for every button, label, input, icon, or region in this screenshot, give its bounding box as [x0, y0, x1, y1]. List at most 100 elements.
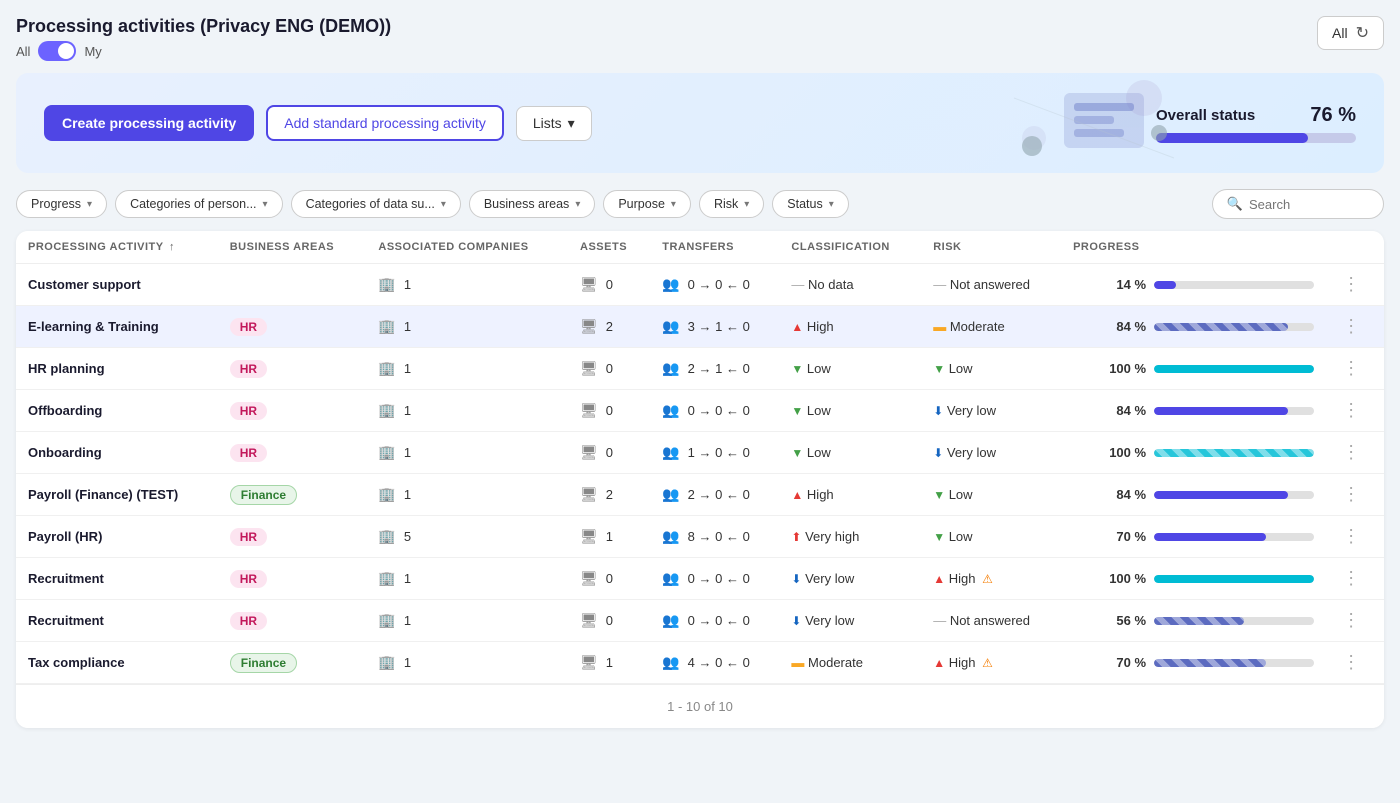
all-dropdown[interactable]: All ↻	[1317, 16, 1384, 50]
arrow-down-icon: ▼	[791, 446, 803, 460]
table-row[interactable]: HR planning HR 🏢1 🖥0 👥2 → 1 ← 0 ▼ Low ▼ …	[16, 348, 1384, 390]
banner-illustration	[1004, 73, 1184, 173]
row-menu-button[interactable]: ⋮	[1338, 610, 1364, 630]
progress-bar	[1154, 365, 1314, 373]
add-standard-processing-button[interactable]: Add standard processing activity	[266, 105, 504, 141]
filter-purpose[interactable]: Purpose ▾	[603, 190, 691, 218]
col-associated-companies[interactable]: ASSOCIATED COMPANIES	[366, 231, 568, 264]
cell-transfers: 👥0 → 0 ← 0	[650, 264, 779, 306]
cell-menu[interactable]: ⋮	[1326, 642, 1384, 684]
arrow-up-icon: ▲	[933, 656, 945, 670]
cell-menu[interactable]: ⋮	[1326, 390, 1384, 432]
monitor-icon: 🖥	[580, 276, 598, 293]
table-row[interactable]: Offboarding HR 🏢1 🖥0 👥0 → 0 ← 0 ▼ Low ⬇ …	[16, 390, 1384, 432]
cell-assets: 🖥0	[568, 600, 650, 642]
filter-progress-label: Progress	[31, 197, 81, 211]
chevron-down-icon: ▾	[87, 199, 92, 210]
row-menu-button[interactable]: ⋮	[1338, 400, 1364, 420]
table-row[interactable]: Customer support 🏢1 🖥0 👥0 → 0 ← 0 — No d…	[16, 264, 1384, 306]
business-area-tag: HR	[230, 570, 267, 588]
table-row[interactable]: Recruitment HR 🏢1 🖥0 👥0 → 0 ← 0 ⬇ Very l…	[16, 558, 1384, 600]
cell-menu[interactable]: ⋮	[1326, 600, 1384, 642]
filter-business-areas[interactable]: Business areas ▾	[469, 190, 596, 218]
monitor-icon: 🖥	[580, 444, 598, 461]
building-icon: 🏢	[378, 528, 395, 545]
progress-bar-fill	[1154, 533, 1266, 541]
building-icon: 🏢	[378, 276, 395, 293]
cell-classification: — No data	[779, 264, 921, 306]
row-menu-button[interactable]: ⋮	[1338, 484, 1364, 504]
chevron-down-icon: ▾	[441, 199, 446, 210]
refresh-icon[interactable]: ↻	[1356, 23, 1369, 43]
cell-menu[interactable]: ⋮	[1326, 348, 1384, 390]
search-box[interactable]: 🔍	[1212, 189, 1384, 219]
cell-assets: 🖥0	[568, 264, 650, 306]
dash-icon: —	[933, 613, 946, 628]
business-area-tag: HR	[230, 444, 267, 462]
table-row[interactable]: Recruitment HR 🏢1 🖥0 👥0 → 0 ← 0 ⬇ Very l…	[16, 600, 1384, 642]
filter-categories-data[interactable]: Categories of data su... ▾	[291, 190, 461, 218]
filter-categories-person[interactable]: Categories of person... ▾	[115, 190, 283, 218]
cell-companies: 🏢1	[366, 390, 568, 432]
chevron-down-icon: ▾	[829, 199, 834, 210]
col-progress[interactable]: PROGRESS	[1061, 231, 1326, 264]
col-transfers[interactable]: TRANSFERS	[650, 231, 779, 264]
col-risk[interactable]: RISK	[921, 231, 1061, 264]
people-icon: 👥	[662, 570, 679, 587]
cell-classification: ▼ Low	[779, 390, 921, 432]
filter-risk[interactable]: Risk ▾	[699, 190, 764, 218]
all-my-toggle[interactable]	[38, 41, 76, 61]
risk-label: Not answered	[950, 613, 1030, 628]
classification-label: Low	[807, 403, 831, 418]
cell-menu[interactable]: ⋮	[1326, 474, 1384, 516]
business-area-tag: HR	[230, 612, 267, 630]
row-menu-button[interactable]: ⋮	[1338, 316, 1364, 336]
cell-classification: ▬ Moderate	[779, 642, 921, 684]
cell-menu[interactable]: ⋮	[1326, 558, 1384, 600]
row-menu-button[interactable]: ⋮	[1338, 568, 1364, 588]
search-input[interactable]	[1249, 197, 1369, 212]
row-menu-button[interactable]: ⋮	[1338, 274, 1364, 294]
cell-menu[interactable]: ⋮	[1326, 516, 1384, 558]
cell-risk: ▼ Low	[921, 516, 1061, 558]
col-processing-activity[interactable]: PROCESSING ACTIVITY ↑	[16, 231, 218, 264]
cell-classification: ▼ Low	[779, 432, 921, 474]
col-assets[interactable]: ASSETS	[568, 231, 650, 264]
cell-menu[interactable]: ⋮	[1326, 264, 1384, 306]
risk-label: Very low	[947, 445, 996, 460]
cell-menu[interactable]: ⋮	[1326, 432, 1384, 474]
moderate-icon: ▬	[933, 319, 946, 334]
col-classification[interactable]: CLASSIFICATION	[779, 231, 921, 264]
monitor-icon: 🖥	[580, 654, 598, 671]
cell-classification: ⬆ Very high	[779, 516, 921, 558]
arrow-vlow-icon: ⬇	[791, 572, 801, 586]
lists-button[interactable]: Lists ▾	[516, 106, 592, 141]
cell-companies: 🏢5	[366, 516, 568, 558]
filter-progress[interactable]: Progress ▾	[16, 190, 107, 218]
cell-risk: — Not answered	[921, 264, 1061, 306]
table-row[interactable]: Payroll (Finance) (TEST) Finance 🏢1 🖥2 👥…	[16, 474, 1384, 516]
row-menu-button[interactable]: ⋮	[1338, 652, 1364, 672]
row-menu-button[interactable]: ⋮	[1338, 442, 1364, 462]
row-menu-button[interactable]: ⋮	[1338, 526, 1364, 546]
create-processing-activity-button[interactable]: Create processing activity	[44, 105, 254, 141]
monitor-icon: 🖥	[580, 318, 598, 335]
cell-progress: 14 %	[1061, 264, 1326, 306]
table-row[interactable]: Tax compliance Finance 🏢1 🖥1 👥4 → 0 ← 0 …	[16, 642, 1384, 684]
progress-bar-fill	[1154, 575, 1314, 583]
row-menu-button[interactable]: ⋮	[1338, 358, 1364, 378]
cell-transfers: 👥1 → 0 ← 0	[650, 432, 779, 474]
filter-status[interactable]: Status ▾	[772, 190, 848, 218]
table-row[interactable]: Onboarding HR 🏢1 🖥0 👥1 → 0 ← 0 ▼ Low ⬇ V…	[16, 432, 1384, 474]
table-row[interactable]: E-learning & Training HR 🏢1 🖥2 👥3 → 1 ← …	[16, 306, 1384, 348]
col-business-areas[interactable]: BUSINESS AREAS	[218, 231, 367, 264]
pagination: 1 - 10 of 10	[16, 684, 1384, 728]
cell-activity-name: Payroll (HR)	[16, 516, 218, 558]
progress-bar-fill	[1154, 323, 1288, 331]
cell-business-area: HR	[218, 516, 367, 558]
table-row[interactable]: Payroll (HR) HR 🏢5 🖥1 👥8 → 0 ← 0 ⬆ Very …	[16, 516, 1384, 558]
progress-percent: 70 %	[1110, 529, 1146, 544]
building-icon: 🏢	[378, 402, 395, 419]
cell-transfers: 👥2 → 0 ← 0	[650, 474, 779, 516]
cell-menu[interactable]: ⋮	[1326, 306, 1384, 348]
